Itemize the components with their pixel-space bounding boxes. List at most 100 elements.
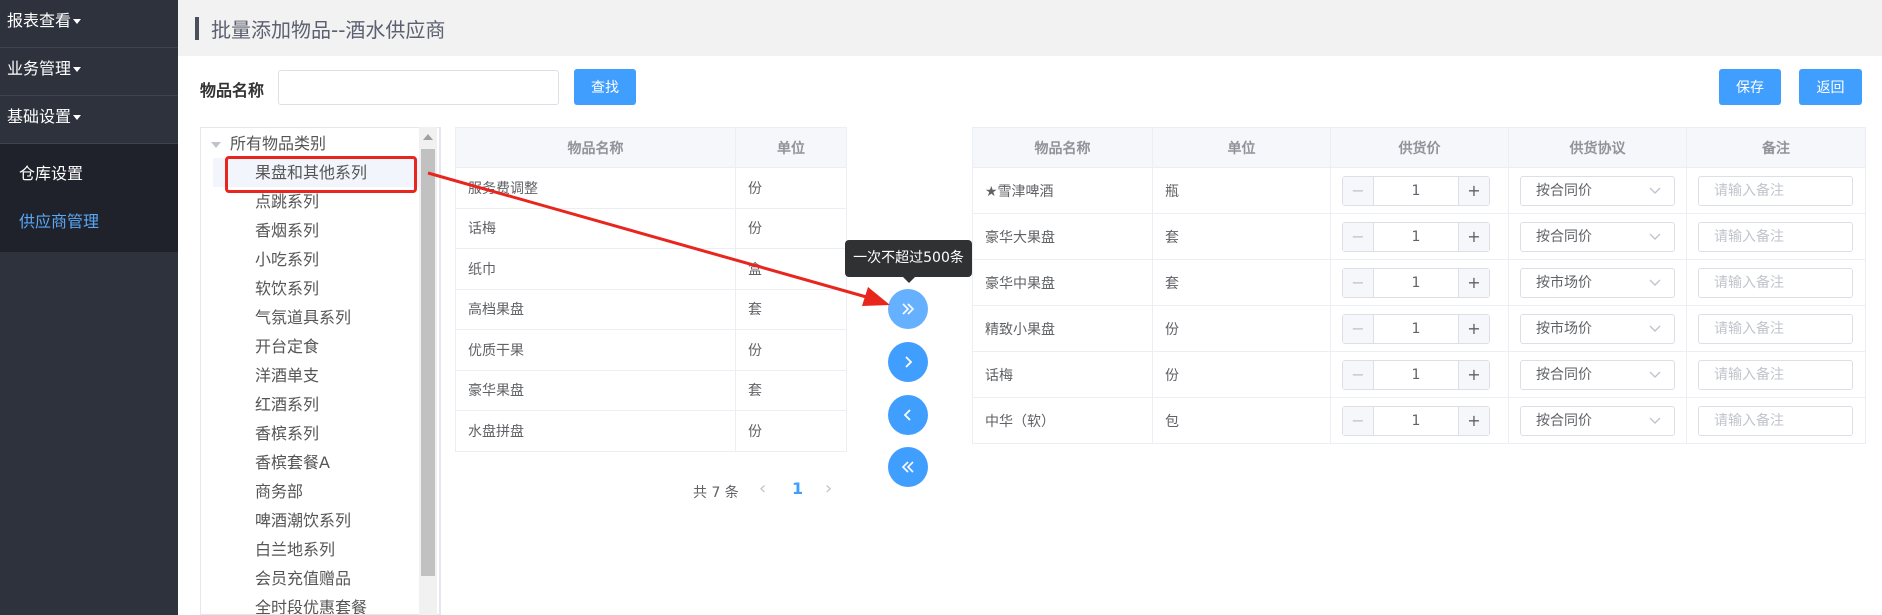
- item-name-search-input[interactable]: [278, 70, 559, 105]
- agreement-select[interactable]: 按合同价: [1520, 221, 1675, 252]
- stepper-decrease-button[interactable]: −: [1343, 360, 1374, 389]
- move-all-right-button[interactable]: [888, 289, 928, 329]
- annotation-arrow-head: [862, 287, 890, 306]
- table-row[interactable]: 豪华果盘套: [455, 369, 847, 411]
- price-stepper[interactable]: −1 +: [1342, 405, 1490, 436]
- sidebar-item-warehouse-settings[interactable]: 仓库设置: [0, 150, 178, 198]
- scrollbar-thumb[interactable]: [421, 149, 435, 576]
- price-stepper[interactable]: −1 +: [1342, 221, 1490, 252]
- cell-item-name: 纸巾: [455, 248, 736, 290]
- cell-item-name: 话梅: [455, 207, 736, 249]
- move-right-button[interactable]: [888, 342, 928, 382]
- remark-input[interactable]: [1698, 405, 1853, 436]
- sidebar-item-supplier-management[interactable]: 供应商管理: [0, 198, 178, 246]
- stepper-value[interactable]: 1: [1374, 315, 1458, 343]
- menu-basic-settings[interactable]: 基础设置: [0, 96, 178, 144]
- price-stepper[interactable]: −1 +: [1342, 175, 1490, 206]
- pagination-page-1[interactable]: 1: [792, 479, 803, 498]
- price-stepper[interactable]: −1 +: [1342, 313, 1490, 344]
- tree-item[interactable]: 白兰地系列: [255, 535, 335, 564]
- tree-item[interactable]: 软饮系列: [255, 274, 319, 303]
- agreement-select[interactable]: 按市场价: [1520, 267, 1675, 298]
- tree-scrollbar[interactable]: [419, 127, 437, 615]
- stepper-increase-button[interactable]: +: [1458, 268, 1489, 297]
- tree-item[interactable]: 香槟系列: [255, 419, 319, 448]
- tree-item[interactable]: 香烟系列: [255, 216, 319, 245]
- cell-remark: [1686, 397, 1866, 444]
- table-row[interactable]: 水盘拼盘份: [455, 410, 847, 452]
- agreement-select[interactable]: 按合同价: [1520, 405, 1675, 436]
- tree-item[interactable]: 小吃系列: [255, 245, 319, 274]
- price-stepper[interactable]: −1 +: [1342, 267, 1490, 298]
- stepper-increase-button[interactable]: +: [1458, 176, 1489, 205]
- menu-business-management[interactable]: 业务管理: [0, 48, 178, 96]
- stepper-decrease-button[interactable]: −: [1343, 314, 1374, 343]
- cell-unit: 包: [1152, 397, 1331, 444]
- agreement-select[interactable]: 按合同价: [1520, 359, 1675, 390]
- tree-item[interactable]: 气氛道具系列: [255, 303, 351, 332]
- stepper-value[interactable]: 1: [1374, 177, 1458, 205]
- menu-report-view[interactable]: 报表查看: [0, 0, 178, 48]
- tree-item[interactable]: 开台定食: [255, 332, 319, 361]
- cell-unit: 瓶: [1152, 167, 1331, 214]
- table-row[interactable]: 豪华大果盘套 −1 + 按合同价: [972, 213, 1866, 260]
- cell-item-name: 中华（软）: [972, 397, 1153, 444]
- move-left-button[interactable]: [888, 395, 928, 435]
- move-all-left-button[interactable]: [888, 447, 928, 487]
- agreement-select[interactable]: 按合同价: [1520, 175, 1675, 206]
- remark-input[interactable]: [1698, 221, 1853, 252]
- tree-item[interactable]: 全时段优惠套餐: [255, 593, 367, 614]
- cell-item-name: 话梅: [972, 351, 1153, 398]
- remark-input[interactable]: [1698, 313, 1853, 344]
- remark-input[interactable]: [1698, 175, 1853, 206]
- tree-item[interactable]: 商务部: [255, 477, 303, 506]
- tree-item[interactable]: 洋酒单支: [255, 361, 319, 390]
- table-row[interactable]: 豪华中果盘套 −1 + 按市场价: [972, 259, 1866, 306]
- tree-item[interactable]: 香槟套餐A: [255, 448, 330, 477]
- cell-supply-agreement: 按合同价: [1508, 351, 1687, 398]
- pagination-prev-icon[interactable]: ‹: [759, 478, 766, 499]
- agreement-select[interactable]: 按市场价: [1520, 313, 1675, 344]
- stepper-value[interactable]: 1: [1374, 269, 1458, 297]
- stepper-value[interactable]: 1: [1374, 407, 1458, 435]
- stepper-increase-button[interactable]: +: [1458, 222, 1489, 251]
- table-row[interactable]: 高档果盘套: [455, 288, 847, 330]
- table-row[interactable]: 中华（软）包 −1 + 按合同价: [972, 397, 1866, 444]
- stepper-decrease-button[interactable]: −: [1343, 406, 1374, 435]
- price-stepper[interactable]: −1 +: [1342, 359, 1490, 390]
- stepper-value[interactable]: 1: [1374, 223, 1458, 251]
- table-row[interactable]: ★雪津啤酒瓶 −1 + 按合同价: [972, 167, 1866, 214]
- save-button[interactable]: 保存: [1719, 69, 1781, 105]
- table-row[interactable]: 优质干果份: [455, 329, 847, 371]
- remark-input[interactable]: [1698, 267, 1853, 298]
- pagination-next-icon[interactable]: ›: [825, 478, 832, 499]
- stepper-decrease-button[interactable]: −: [1343, 268, 1374, 297]
- remark-input[interactable]: [1698, 359, 1853, 390]
- expand-triangle-icon[interactable]: [211, 141, 221, 148]
- stepper-decrease-button[interactable]: −: [1343, 176, 1374, 205]
- column-header-remark: 备注: [1686, 127, 1866, 168]
- cell-supply-agreement: 按合同价: [1508, 167, 1687, 214]
- caret-down-icon: [73, 19, 82, 24]
- tree-item[interactable]: 红酒系列: [255, 390, 319, 419]
- search-button[interactable]: 查找: [574, 69, 636, 105]
- table-row[interactable]: 纸巾盒: [455, 248, 847, 290]
- stepper-increase-button[interactable]: +: [1458, 406, 1489, 435]
- back-button[interactable]: 返回: [1799, 69, 1862, 105]
- tree-item[interactable]: 啤酒潮饮系列: [255, 506, 351, 535]
- table-header-row: 物品名称 单位: [455, 127, 847, 168]
- table-row[interactable]: 精致小果盘份 −1 + 按市场价: [972, 305, 1866, 352]
- stepper-decrease-button[interactable]: −: [1343, 222, 1374, 251]
- table-row[interactable]: 话梅份: [455, 207, 847, 249]
- tree-root-all-categories[interactable]: 所有物品类别: [211, 129, 326, 158]
- stepper-increase-button[interactable]: +: [1458, 360, 1489, 389]
- tree-item[interactable]: 会员充值赠品: [255, 564, 351, 593]
- stepper-increase-button[interactable]: +: [1458, 314, 1489, 343]
- column-header-supply-agreement: 供货协议: [1508, 127, 1687, 168]
- stepper-value[interactable]: 1: [1374, 361, 1458, 389]
- panel-divider: [440, 127, 441, 615]
- table-row[interactable]: 服务费调整份: [455, 167, 847, 209]
- table-row[interactable]: 话梅份 −1 + 按合同价: [972, 351, 1866, 398]
- cell-remark: [1686, 167, 1866, 214]
- scroll-up-arrow-icon[interactable]: [423, 134, 433, 140]
